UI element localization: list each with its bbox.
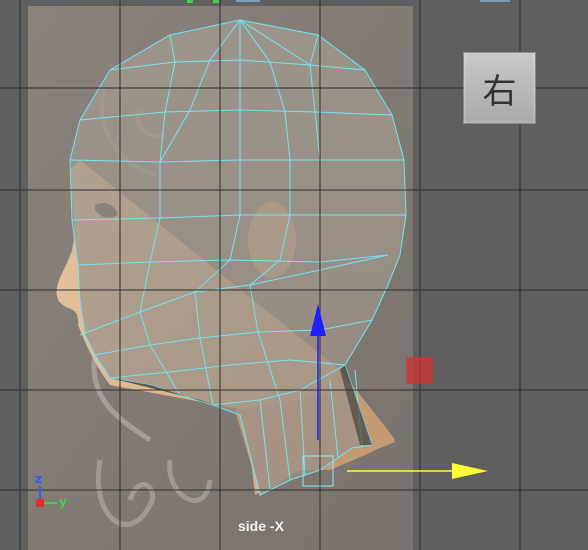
modeling-viewport[interactable]: 右 z y side -X <box>0 0 588 550</box>
view-name-label: side -X <box>238 518 284 534</box>
view-cube[interactable]: 右 <box>463 52 536 124</box>
y-axis-label: y <box>59 495 67 509</box>
view-cube-label: 右 <box>482 71 517 112</box>
red-square-icon[interactable] <box>406 357 433 384</box>
z-axis-label: z <box>35 472 42 486</box>
